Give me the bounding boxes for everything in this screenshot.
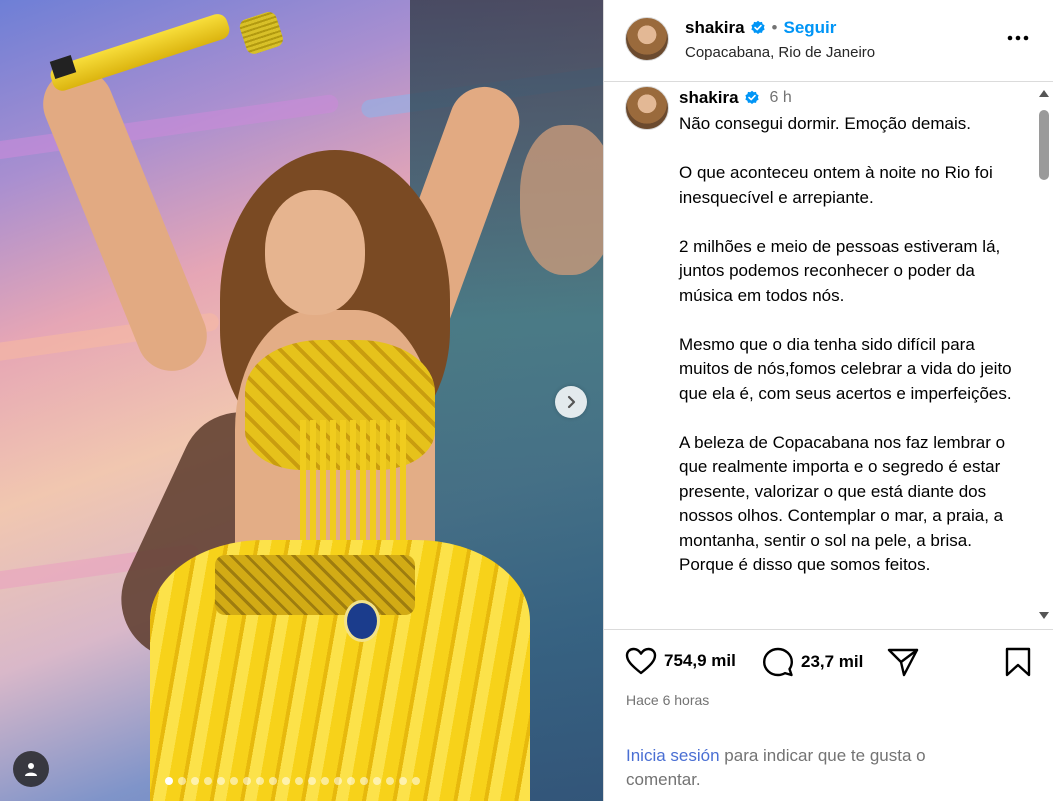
share-button[interactable]	[887, 647, 919, 677]
follow-button[interactable]: Seguir	[784, 18, 837, 38]
microphone-grille	[237, 9, 286, 56]
carousel-dots	[165, 777, 420, 785]
like-button[interactable]: 754,9 mil	[625, 647, 736, 675]
carousel-dot	[308, 777, 316, 785]
heart-icon	[625, 647, 657, 675]
caption-header: shakira 6 h	[679, 88, 792, 108]
login-link[interactable]: Inicia sesión	[626, 746, 720, 765]
caption-timestamp[interactable]: 6 h	[770, 89, 792, 107]
avatar[interactable]	[625, 17, 669, 61]
carousel-dot	[295, 777, 303, 785]
bookmark-icon	[1005, 647, 1031, 677]
carousel-dot	[282, 777, 290, 785]
user-tag-icon	[25, 763, 37, 776]
post-details-panel: shakira • Seguir Copacabana, Rio de Jane…	[603, 0, 1053, 801]
carousel-dot	[165, 777, 173, 785]
username-link[interactable]: shakira	[685, 18, 745, 38]
singer-belt	[215, 555, 415, 615]
post-media[interactable]	[0, 0, 603, 801]
like-count[interactable]: 754,9 mil	[664, 651, 736, 671]
carousel-dot	[191, 777, 199, 785]
carousel-dot	[321, 777, 329, 785]
paper-plane-icon	[887, 648, 919, 677]
more-options-button[interactable]	[1002, 25, 1034, 51]
microphone	[47, 9, 286, 94]
scroll-thumb[interactable]	[1039, 110, 1049, 180]
caption-scrollbar[interactable]	[1036, 82, 1052, 629]
scroll-down-arrow[interactable]	[1039, 612, 1049, 619]
carousel-dot	[269, 777, 277, 785]
post-header: shakira • Seguir Copacabana, Rio de Jane…	[604, 0, 1053, 82]
separator-dot: •	[771, 18, 778, 37]
carousel-dot	[204, 777, 212, 785]
carousel-dot	[256, 777, 264, 785]
carousel-dot	[373, 777, 381, 785]
caption-text: Não consegui dormir. Emoção demais. O qu…	[679, 114, 1012, 574]
scroll-up-arrow[interactable]	[1039, 90, 1049, 97]
more-icon	[1007, 35, 1029, 41]
login-prompt: Inicia sesión para indicar que te gusta …	[626, 744, 986, 792]
carousel-dot	[178, 777, 186, 785]
carousel-dot	[217, 777, 225, 785]
singer-face	[265, 190, 365, 315]
verified-badge-icon	[750, 20, 766, 36]
carousel-dot	[230, 777, 238, 785]
carousel-dot	[399, 777, 407, 785]
comment-bubble-icon	[763, 647, 793, 677]
belt-badge	[344, 600, 380, 642]
post-timestamp[interactable]: Hace 6 horas	[626, 692, 709, 708]
caption-scroll-area[interactable]: shakira 6 h Não consegui dormir. Emoção …	[604, 82, 1053, 630]
caption-username-link[interactable]: shakira	[679, 88, 739, 108]
avatar[interactable]	[625, 86, 669, 130]
header-user-row: shakira • Seguir	[685, 18, 836, 38]
action-bar: 754,9 mil 23,7 mil	[604, 630, 1053, 690]
carousel-next-button[interactable]	[555, 386, 587, 418]
comment-button[interactable]: 23,7 mil	[762, 647, 863, 677]
singer-fringe	[300, 420, 410, 550]
comment-count[interactable]: 23,7 mil	[801, 652, 863, 672]
background-performer-head	[520, 125, 603, 275]
carousel-dot	[334, 777, 342, 785]
chevron-right-icon	[567, 395, 576, 409]
tagged-users-button[interactable]	[13, 751, 49, 787]
carousel-dot	[243, 777, 251, 785]
carousel-dot	[386, 777, 394, 785]
location-link[interactable]: Copacabana, Rio de Janeiro	[685, 44, 875, 61]
carousel-dot	[412, 777, 420, 785]
verified-badge-icon	[744, 90, 760, 106]
carousel-dot	[360, 777, 368, 785]
carousel-dot	[347, 777, 355, 785]
save-button[interactable]	[1004, 647, 1032, 677]
